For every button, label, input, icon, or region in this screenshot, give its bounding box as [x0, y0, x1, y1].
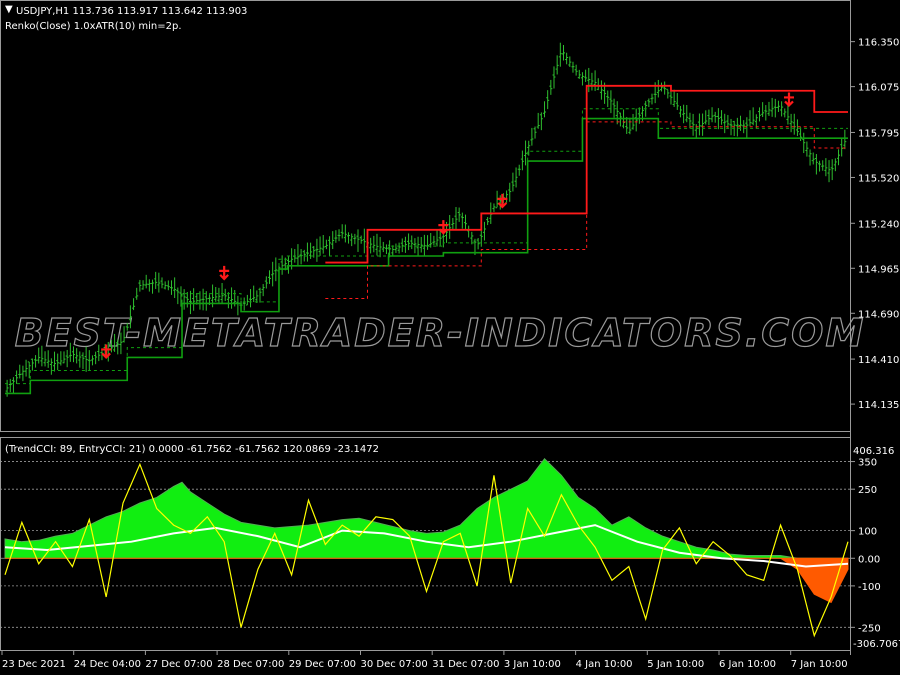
sell-arrow-icon: [497, 193, 508, 209]
level-tick-label: -250: [858, 623, 881, 634]
time-tick-label: 29 Dec 07:00: [289, 659, 356, 670]
level-tick-label: -100: [858, 582, 881, 593]
price-tick-label: 114.965: [858, 264, 899, 275]
sell-arrow-icon: [219, 265, 230, 281]
symbol-header: USDJPY,H1 113.736 113.917 113.642 113.90…: [16, 6, 247, 17]
price-tick-label: 116.350: [858, 38, 899, 49]
time-tick-label: 24 Dec 04:00: [74, 659, 141, 670]
sell-arrow-icon: [783, 92, 794, 108]
level-tick-label: 100: [858, 527, 877, 538]
chart-canvas: BEST-METATRADER-INDICATORS.COM 116.350 11…: [0, 0, 900, 670]
price-tick-label: 115.795: [858, 128, 899, 139]
time-tick-label: 4 Jan 10:00: [576, 659, 633, 670]
scale-min-label: -306.7067: [853, 639, 900, 650]
header-icon[interactable]: ▼: [5, 4, 13, 15]
price-tick-label: 115.240: [858, 219, 899, 230]
trend-cci-positive-area: [4, 458, 848, 559]
indicator-header: (TrendCCI: 89, EntryCCI: 21) 0.0000 -61.…: [5, 444, 379, 455]
level-tick-label: 350: [858, 458, 877, 469]
price-tick-label: 114.135: [858, 400, 899, 411]
price-tick-label: 114.410: [858, 355, 899, 366]
price-tick-label: 115.520: [858, 173, 899, 184]
level-tick-label: 0.00: [858, 554, 880, 565]
time-tick-label: 30 Dec 07:00: [361, 659, 428, 670]
time-tick-label: 3 Jan 10:00: [504, 659, 561, 670]
price-tick-label: 116.075: [858, 83, 899, 94]
time-tick-label: 31 Dec 07:00: [432, 659, 499, 670]
time-tick-label: 27 Dec 07:00: [145, 659, 212, 670]
time-tick-label: 7 Jan 10:00: [791, 659, 848, 670]
time-tick-label: 5 Jan 10:00: [647, 659, 704, 670]
scale-max-label: 406.316: [853, 446, 894, 457]
renko-header: Renko(Close) 1.0xATR(10) min=2p.: [5, 21, 182, 32]
level-tick-label: 250: [858, 485, 877, 496]
price-tick-label: 114.690: [858, 309, 899, 320]
time-tick-label: 23 Dec 2021: [2, 659, 66, 670]
time-tick-label: 28 Dec 07:00: [217, 659, 284, 670]
time-tick-label: 6 Jan 10:00: [719, 659, 776, 670]
indicator-plot: [0, 458, 850, 638]
watermark-text: BEST-METATRADER-INDICATORS.COM: [15, 311, 866, 355]
trend-cci-negative-area: [5, 557, 849, 604]
watermark: BEST-METATRADER-INDICATORS.COM: [14, 310, 866, 355]
